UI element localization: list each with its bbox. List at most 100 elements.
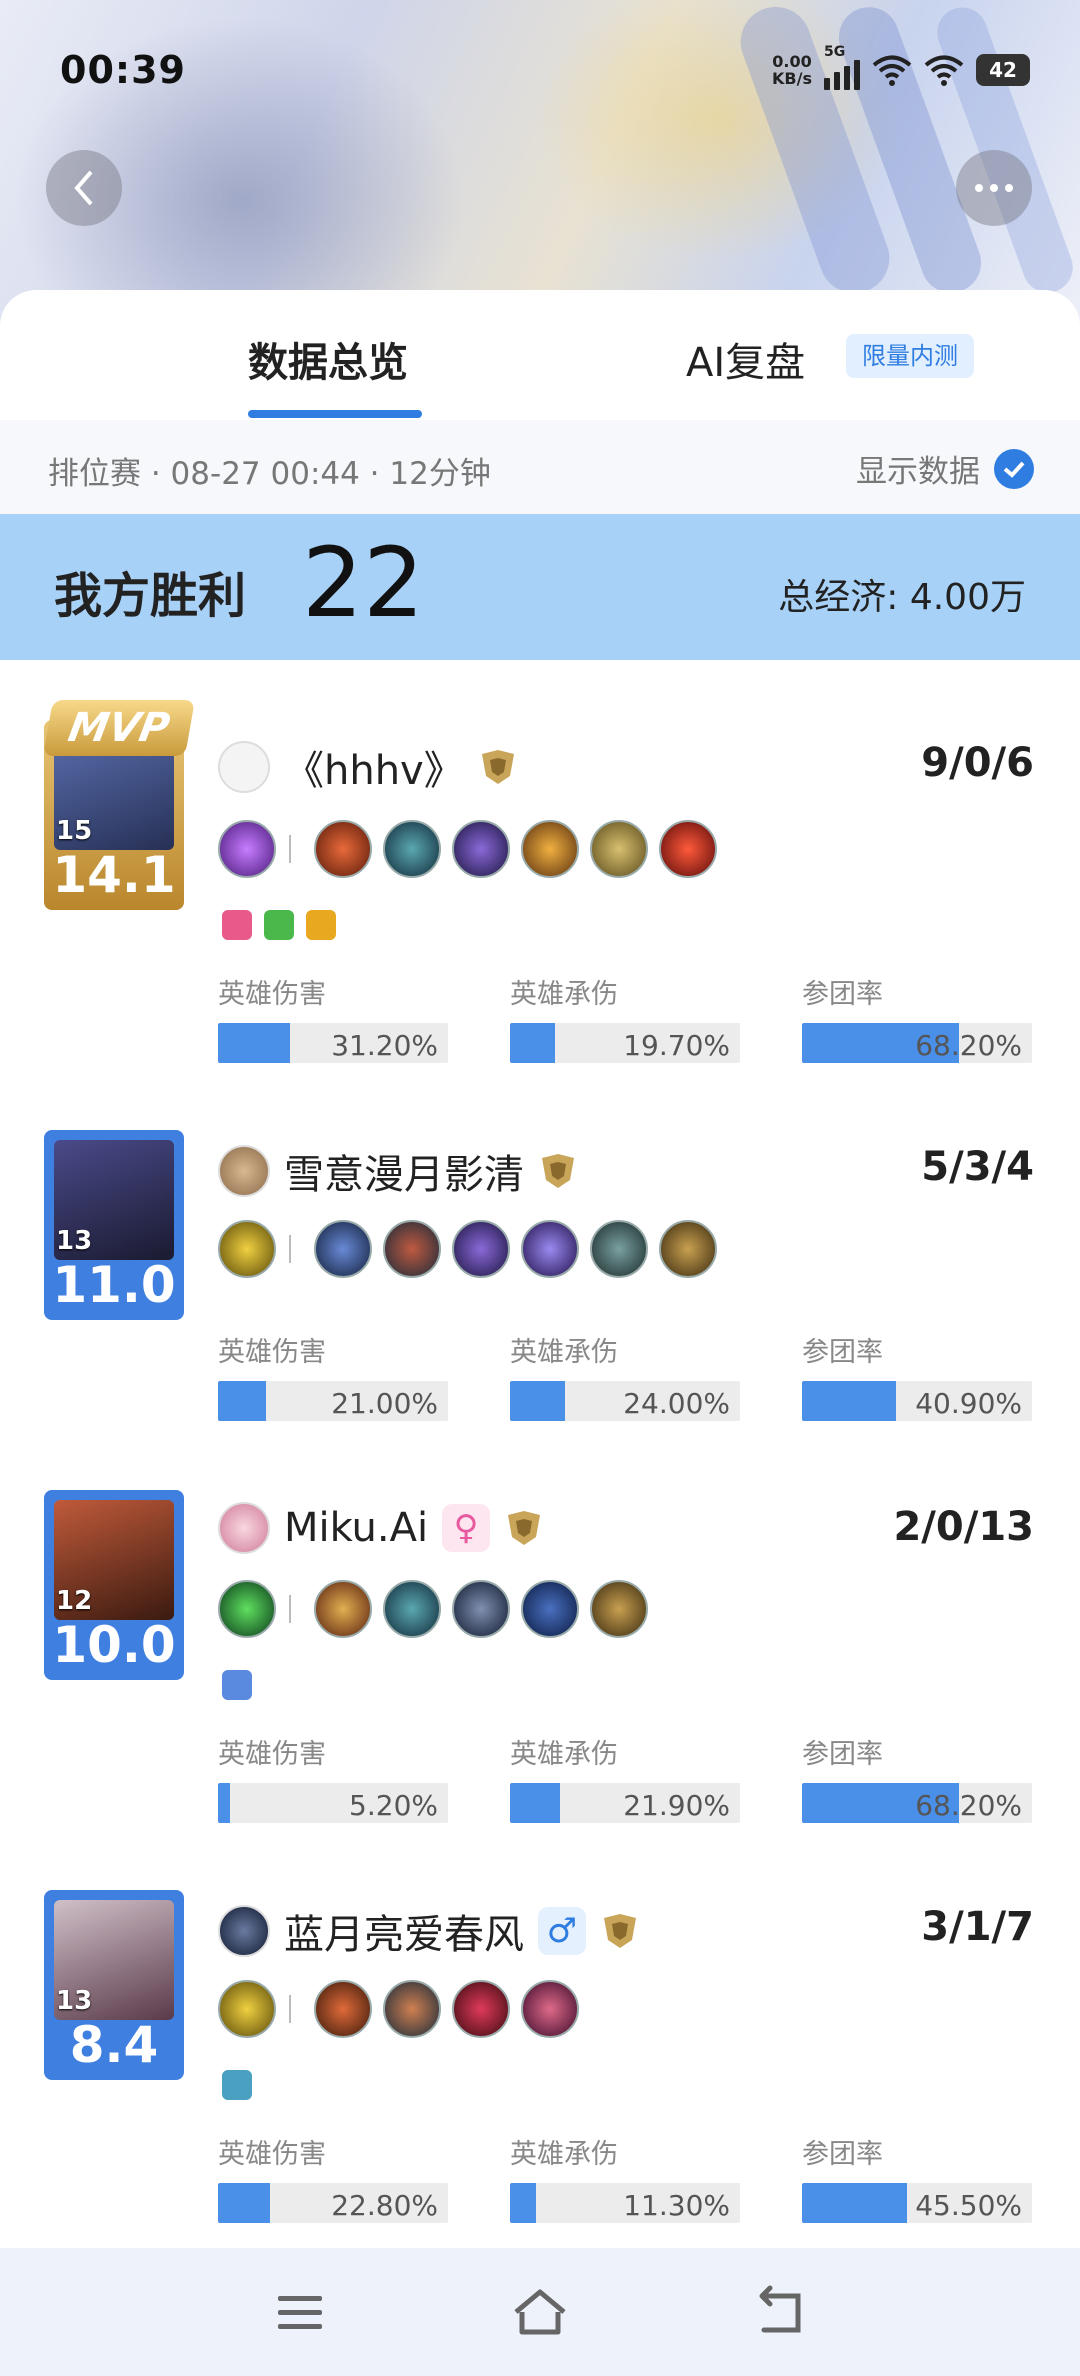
- damage-value: 22.80%: [331, 2189, 438, 2222]
- hero-card: 12 10.0: [44, 1490, 184, 1680]
- rune-icon: [222, 1670, 252, 1700]
- stat-label-taken: 英雄承伤: [510, 1739, 618, 1770]
- player-name: Miku.Ai: [284, 1505, 429, 1551]
- bar-fill: [510, 1381, 566, 1421]
- damage-taken-value: 19.70%: [623, 1029, 730, 1062]
- player-stats: 英雄伤害 5.20% 英雄承伤 21.90% 参团率 68.20%: [218, 1732, 1032, 1823]
- more-dots-icon: [975, 184, 1013, 192]
- equipment-icon: [383, 1580, 441, 1638]
- player-rating: 10.0: [52, 1616, 176, 1674]
- stat-label-taken: 英雄承伤: [510, 979, 618, 1010]
- player-rating: 14.1: [52, 846, 176, 904]
- damage-bar: 22.80%: [218, 2183, 448, 2223]
- rank-badge-icon: [481, 750, 514, 784]
- equipment-row: [218, 820, 717, 878]
- hero-card: 13 8.4: [44, 1890, 184, 2080]
- player-row[interactable]: 13 11.0 雪意漫月影清 5/3/4 英雄伤害 21.00% 英雄承伤 24…: [0, 1090, 1080, 1480]
- avatar: [218, 1905, 270, 1957]
- equipment-icon: [521, 820, 579, 878]
- back-nav-icon[interactable]: [750, 2282, 810, 2342]
- result-banner: 我方胜利 22 总经济: 4.00万: [0, 514, 1080, 660]
- player-kda: 9/0/6: [921, 740, 1034, 786]
- participation-bar: 45.50%: [802, 2183, 1032, 2223]
- show-data-label: 显示数据: [856, 454, 980, 490]
- bar-fill: [218, 1783, 230, 1823]
- rune-icon: [222, 2070, 252, 2100]
- avatar: [218, 741, 270, 793]
- show-data-toggle[interactable]: 显示数据: [856, 446, 1034, 491]
- equipment-icon: [521, 1580, 579, 1638]
- participation-value: 68.20%: [915, 1029, 1022, 1062]
- wifi-icon: [872, 55, 912, 86]
- summoner-skill-icon: [218, 1220, 276, 1278]
- damage-taken-bar: 24.00%: [510, 1381, 740, 1421]
- damage-taken-bar: 11.30%: [510, 2183, 740, 2223]
- avatar: [218, 1502, 270, 1554]
- rank-badge-icon: [542, 1154, 574, 1188]
- stat-label-damage: 英雄伤害: [218, 1337, 326, 1368]
- network-type: 5G: [824, 44, 846, 60]
- player-rating: 11.0: [52, 1256, 176, 1314]
- summoner-skill-icon: [218, 1980, 276, 2038]
- player-kda: 5/3/4: [921, 1144, 1034, 1190]
- equipment-icon: [383, 1980, 441, 2038]
- female-icon: ♀: [442, 1504, 491, 1552]
- shield-icon: [264, 910, 294, 940]
- match-meta-row: 排位赛 · 08-27 00:44 · 12分钟 显示数据: [0, 420, 1080, 514]
- home-icon[interactable]: [510, 2282, 570, 2342]
- equipment-row: [218, 1980, 579, 2038]
- equipment-icon: [383, 820, 441, 878]
- tab-ai-review[interactable]: AI复盘: [686, 330, 805, 388]
- damage-bar: 5.20%: [218, 1783, 448, 1823]
- avatar: [218, 1145, 270, 1197]
- match-info: 排位赛 · 08-27 00:44 · 12分钟: [48, 456, 491, 492]
- back-button[interactable]: [46, 150, 122, 226]
- god-icon: [306, 910, 336, 940]
- equipment-icon: [314, 820, 372, 878]
- player-row[interactable]: 13 8.4 蓝月亮爱春风 ♂ 3/1/7 英雄伤害 22.80% 英雄承伤 1…: [0, 1850, 1080, 2240]
- equipment-icon: [590, 1220, 648, 1278]
- total-economy: 总经济: 4.00万: [778, 577, 1026, 618]
- equipment-icon: [383, 1220, 441, 1278]
- hero-level: 12: [56, 1586, 93, 1616]
- stat-label-damage: 英雄伤害: [218, 979, 326, 1010]
- net-speed-value: 0.00: [772, 52, 812, 71]
- stat-label-taken: 英雄承伤: [510, 2139, 618, 2170]
- equipment-icon: [521, 1220, 579, 1278]
- equipment-icon: [590, 820, 648, 878]
- equipment-icon: [452, 1580, 510, 1638]
- player-kda: 3/1/7: [921, 1904, 1034, 1950]
- stat-label-participation: 参团率: [802, 2139, 883, 2170]
- equipment-icon: [659, 820, 717, 878]
- equipment-icon: [452, 820, 510, 878]
- rune-icon: [222, 910, 252, 940]
- bar-fill: [510, 1783, 561, 1823]
- player-name: 蓝月亮爱春风: [284, 1912, 524, 1958]
- equipment-row: [218, 1580, 648, 1638]
- beta-badge: 限量内测: [846, 334, 974, 378]
- summoner-skill-icon: [218, 820, 276, 878]
- hero-level: 13: [56, 1986, 93, 2016]
- status-time: 00:39: [60, 48, 186, 92]
- equipment-icon: [521, 1980, 579, 2038]
- battery-indicator: 42: [976, 54, 1030, 86]
- menu-icon[interactable]: [270, 2282, 330, 2342]
- hero-level: 13: [56, 1226, 93, 1256]
- more-button[interactable]: [956, 150, 1032, 226]
- damage-value: 5.20%: [349, 1789, 438, 1822]
- tab-overview[interactable]: 数据总览: [248, 330, 408, 388]
- player-row[interactable]: 15 14.1 MVP 《hhhv》 9/0/6 英雄伤害 31.20% 英雄承…: [0, 690, 1080, 1080]
- damage-value: 31.20%: [331, 1029, 438, 1062]
- player-row[interactable]: 12 10.0 Miku.Ai ♀ 2/0/13 英雄伤害 5.20% 英雄承伤…: [0, 1450, 1080, 1840]
- damage-taken-value: 11.30%: [623, 2189, 730, 2222]
- participation-bar: 68.20%: [802, 1783, 1032, 1823]
- bar-fill: [802, 2183, 907, 2223]
- player-name: 《hhhv》: [284, 748, 464, 794]
- equipment-icon: [314, 1580, 372, 1638]
- equipment-icon: [590, 1580, 648, 1638]
- bar-fill: [510, 2183, 536, 2223]
- checkmark-icon: [994, 448, 1034, 489]
- team-score: 22: [302, 527, 425, 639]
- net-speed: 0.00 KB/s: [772, 53, 812, 87]
- player-kda: 2/0/13: [893, 1504, 1034, 1550]
